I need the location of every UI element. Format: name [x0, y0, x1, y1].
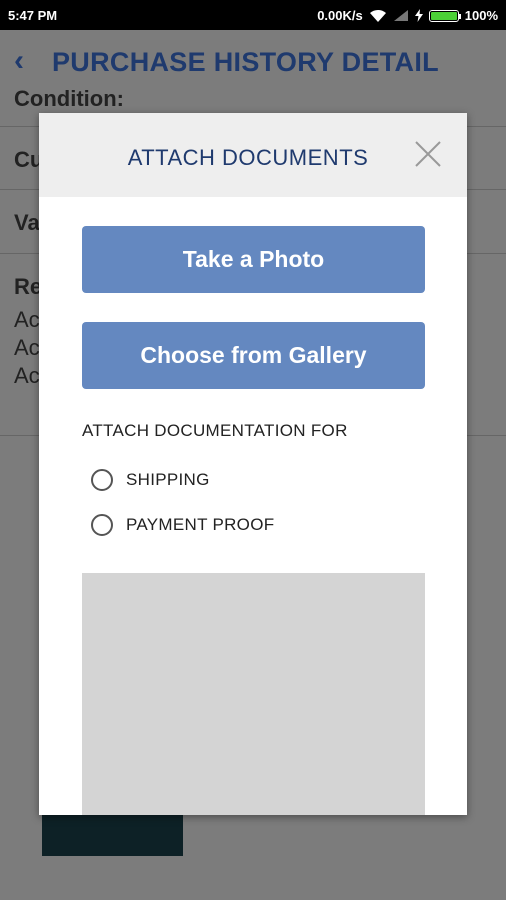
- dialog-title: ATTACH DOCUMENTS: [127, 145, 369, 170]
- wifi-icon: [369, 9, 386, 22]
- battery-icon: [428, 9, 461, 22]
- battery-percent: 100%: [464, 8, 498, 23]
- radio-option-shipping[interactable]: SHIPPING: [91, 469, 210, 491]
- bg-row4-label: Re: [14, 274, 43, 299]
- radio-button[interactable]: [91, 469, 113, 491]
- radio-label: PAYMENT PROOF: [126, 515, 275, 534]
- image-preview-area: [82, 573, 425, 815]
- signal-icon: [393, 10, 408, 21]
- bg-row4-line: Ac: [14, 335, 40, 360]
- condition-label: Condition:: [14, 86, 124, 111]
- status-time: 5:47 PM: [8, 8, 58, 23]
- network-speed: 0.00K/s: [317, 8, 363, 23]
- radio-button[interactable]: [91, 514, 113, 536]
- bg-row4-line: Ac: [14, 307, 40, 332]
- dialog-header: ATTACH DOCUMENTS: [39, 113, 467, 197]
- bg-row4-line: Ac: [14, 363, 40, 388]
- charging-icon: [414, 9, 423, 22]
- radio-label: SHIPPING: [126, 470, 210, 489]
- choose-from-gallery-button[interactable]: Choose from Gallery: [82, 322, 425, 389]
- close-icon[interactable]: [413, 139, 443, 169]
- status-bar: 5:47 PM 0.00K/s 100%: [0, 0, 506, 30]
- take-photo-button[interactable]: Take a Photo: [82, 226, 425, 293]
- radio-option-payment-proof[interactable]: PAYMENT PROOF: [91, 514, 274, 536]
- bg-row3-label: Va: [14, 210, 40, 235]
- status-right: 0.00K/s 100%: [317, 8, 498, 23]
- attach-documents-dialog: ATTACH DOCUMENTS Take a Photo Choose fro…: [39, 113, 467, 815]
- attach-documentation-label: ATTACH DOCUMENTATION FOR: [82, 421, 348, 440]
- chevron-left-icon[interactable]: ‹: [14, 44, 24, 78]
- page-title: PURCHASE HISTORY DETAIL: [52, 47, 439, 77]
